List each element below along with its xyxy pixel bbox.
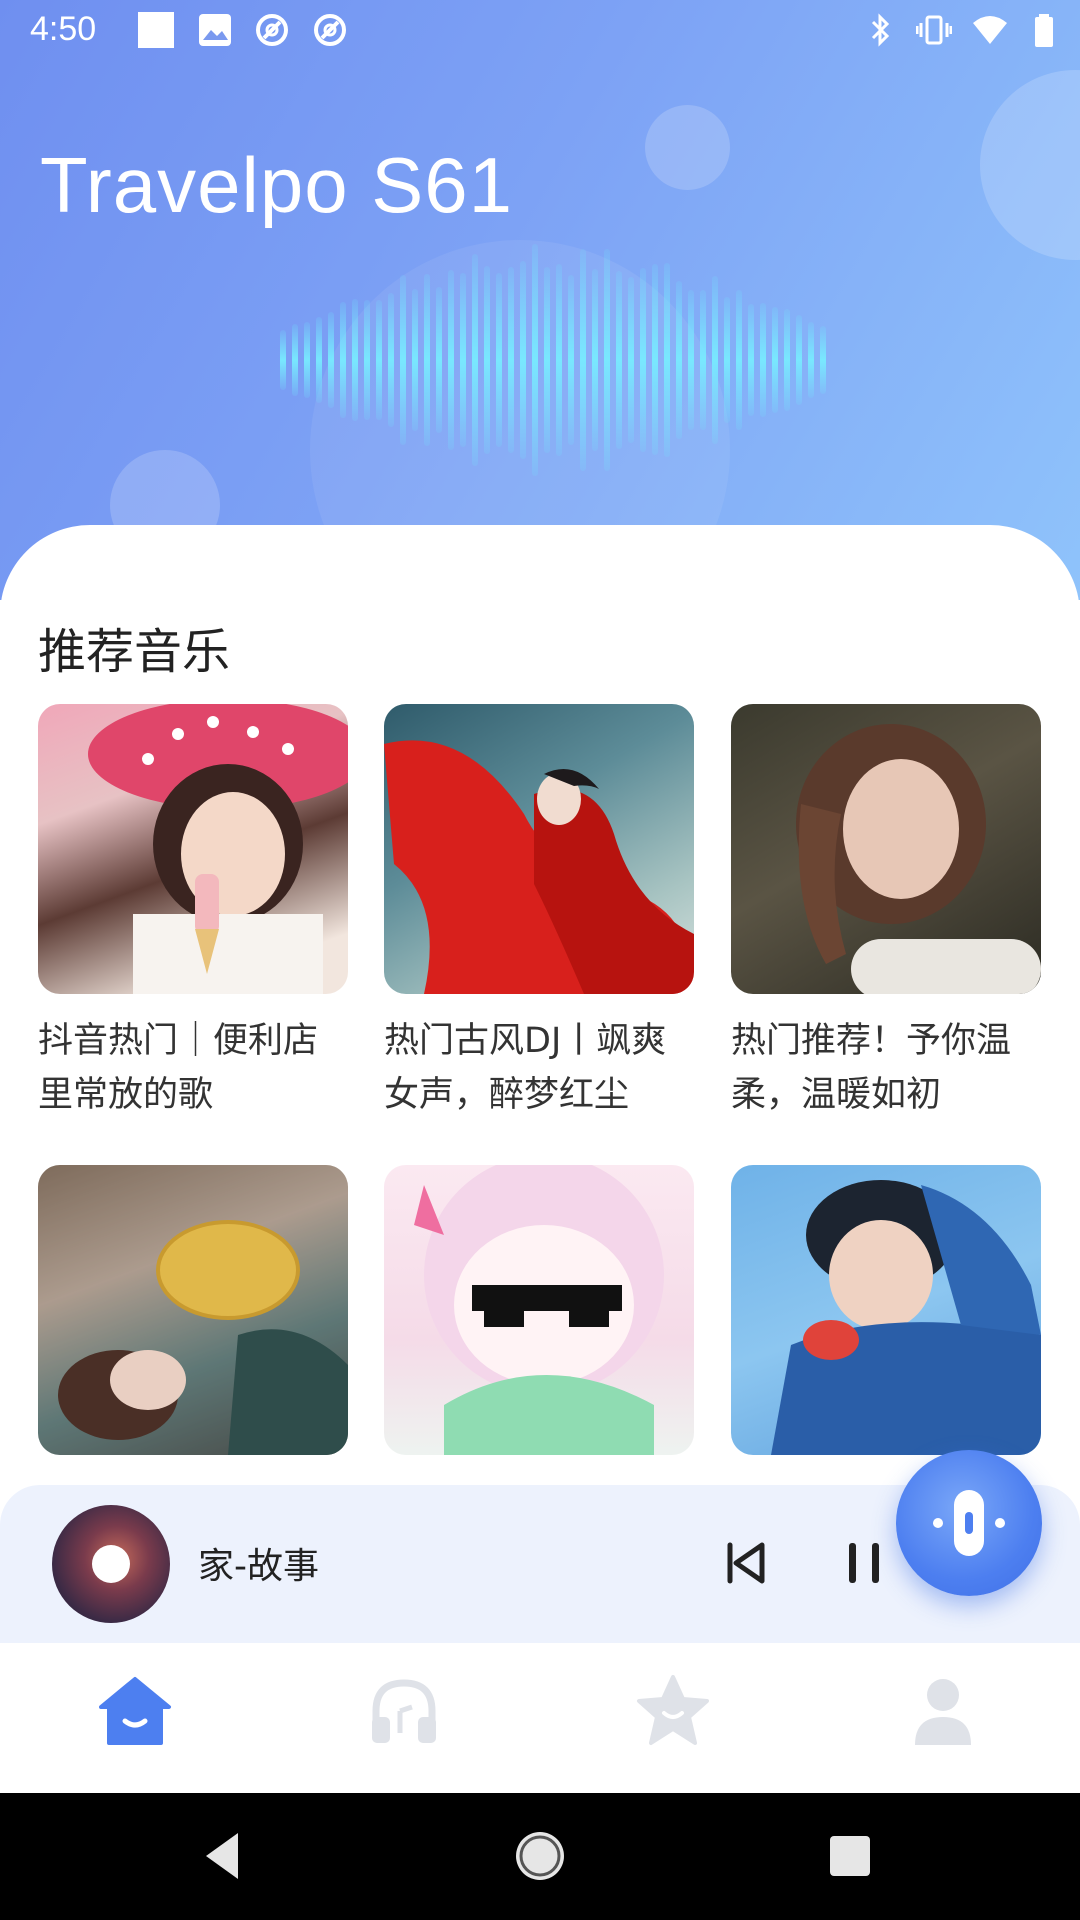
wave-bar xyxy=(640,267,646,453)
wave-bar xyxy=(316,317,322,403)
notification-square-icon xyxy=(138,12,174,48)
cover-illustration xyxy=(414,1165,664,1455)
cover-illustration xyxy=(384,740,694,994)
playlist-cover xyxy=(384,704,694,994)
wave-bar xyxy=(496,273,502,447)
wave-bar xyxy=(748,304,754,416)
header-banner xyxy=(0,0,1080,600)
status-bar: 4:50 xyxy=(0,0,1080,64)
wave-bar xyxy=(544,266,550,454)
wave-bar xyxy=(712,275,718,445)
wave-bar xyxy=(436,287,442,433)
playlist-title: 热门古风DJ丨飒爽女声，醉梦红尘 xyxy=(384,1021,667,1115)
wave-bar xyxy=(424,274,430,446)
wave-bar xyxy=(388,293,394,427)
playlist-cover xyxy=(384,1165,694,1455)
wave-bar xyxy=(616,271,622,449)
wave-bar xyxy=(820,326,826,394)
wave-bar xyxy=(760,303,766,417)
recents-icon[interactable] xyxy=(817,1823,883,1889)
home-button-icon[interactable] xyxy=(507,1823,573,1889)
wave-bar xyxy=(688,289,694,431)
wave-bar xyxy=(808,322,814,398)
cover-illustration xyxy=(38,1165,348,1455)
wave-bar xyxy=(556,263,562,457)
sync-icon xyxy=(314,14,346,46)
wave-bar xyxy=(724,297,730,423)
wave-bar xyxy=(700,290,706,430)
playlist-title: 热门推荐！予你温柔，温暖如初 xyxy=(731,1021,1012,1115)
wave-bar xyxy=(484,266,490,454)
wave-bar xyxy=(796,315,802,405)
battery-icon xyxy=(1035,14,1053,47)
album-disc[interactable] xyxy=(52,1505,170,1623)
wave-bar xyxy=(412,288,418,432)
microphone-icon xyxy=(933,1490,1005,1556)
bottom-tab-bar xyxy=(0,1643,1080,1793)
wave-bar xyxy=(520,260,526,460)
wave-bar xyxy=(292,324,298,396)
wave-bar xyxy=(448,270,454,450)
skip-previous-icon[interactable] xyxy=(716,1533,776,1593)
back-icon[interactable] xyxy=(192,1823,258,1889)
playlist-card[interactable]: 抖音热门｜便利店里常放的歌 xyxy=(38,704,348,1122)
cover-illustration xyxy=(771,1180,1041,1455)
wave-bar xyxy=(676,280,682,440)
headphones-icon[interactable] xyxy=(364,1671,444,1751)
app-title: Travelpo S61 xyxy=(40,141,514,229)
sync-icon xyxy=(256,14,288,46)
playlist-cover xyxy=(731,1165,1041,1455)
section-title-recommended: 推荐音乐 xyxy=(38,624,231,680)
wave-bar xyxy=(340,302,346,418)
decor-bubble xyxy=(980,70,1080,260)
playlist-cover xyxy=(38,1165,348,1455)
playlist-card[interactable]: 热门推荐！予你温柔，温暖如初 xyxy=(731,704,1041,1122)
wave-bar xyxy=(604,249,610,471)
bluetooth-icon xyxy=(871,13,890,47)
playlist-card[interactable]: 热门古风DJ丨飒爽女声，醉梦红尘 xyxy=(384,704,694,1122)
wave-bar xyxy=(376,299,382,421)
wave-bar xyxy=(280,330,286,390)
home-icon[interactable] xyxy=(95,1671,175,1751)
wave-bar xyxy=(628,276,634,444)
vibrate-icon xyxy=(916,15,952,45)
wave-bar xyxy=(304,322,310,398)
playlist-title: 抖音热门｜便利店里常放的歌 xyxy=(38,1021,319,1115)
wave-bar xyxy=(532,243,538,477)
status-time: 4:50 xyxy=(30,10,97,48)
wave-bar xyxy=(664,262,670,458)
wave-bar xyxy=(472,254,478,466)
image-icon xyxy=(199,14,231,46)
disc-center xyxy=(92,1545,130,1583)
person-icon[interactable] xyxy=(903,1671,983,1751)
system-nav-bar xyxy=(0,1793,1080,1920)
voice-assistant-button[interactable] xyxy=(896,1450,1042,1596)
cover-illustration xyxy=(88,704,348,994)
wave-bar xyxy=(364,299,370,421)
playlist-cover xyxy=(38,704,348,994)
wave-bar xyxy=(592,268,598,452)
wave-bar xyxy=(400,274,406,446)
wave-bar xyxy=(580,249,586,471)
pause-icon[interactable] xyxy=(834,1533,894,1593)
wave-bar xyxy=(736,289,742,431)
wave-bar xyxy=(568,274,574,446)
decor-bubble xyxy=(645,105,730,190)
wave-bar xyxy=(328,311,334,409)
playlist-cover xyxy=(731,704,1041,994)
now-playing-title: 家-故事 xyxy=(198,1546,319,1587)
app-screen: 4:50 Travelpo S61 推荐音乐 抖音热门｜便利店里常放的歌 热门古… xyxy=(0,0,1080,1920)
wave-bar xyxy=(352,299,358,421)
wave-bar xyxy=(784,308,790,412)
wave-bar xyxy=(460,273,466,447)
wave-bar xyxy=(652,264,658,456)
wave-bar xyxy=(772,306,778,414)
wave-bar xyxy=(508,266,514,454)
star-icon[interactable] xyxy=(633,1671,713,1751)
wifi-icon xyxy=(973,16,1007,44)
cover-illustration xyxy=(796,724,1041,994)
